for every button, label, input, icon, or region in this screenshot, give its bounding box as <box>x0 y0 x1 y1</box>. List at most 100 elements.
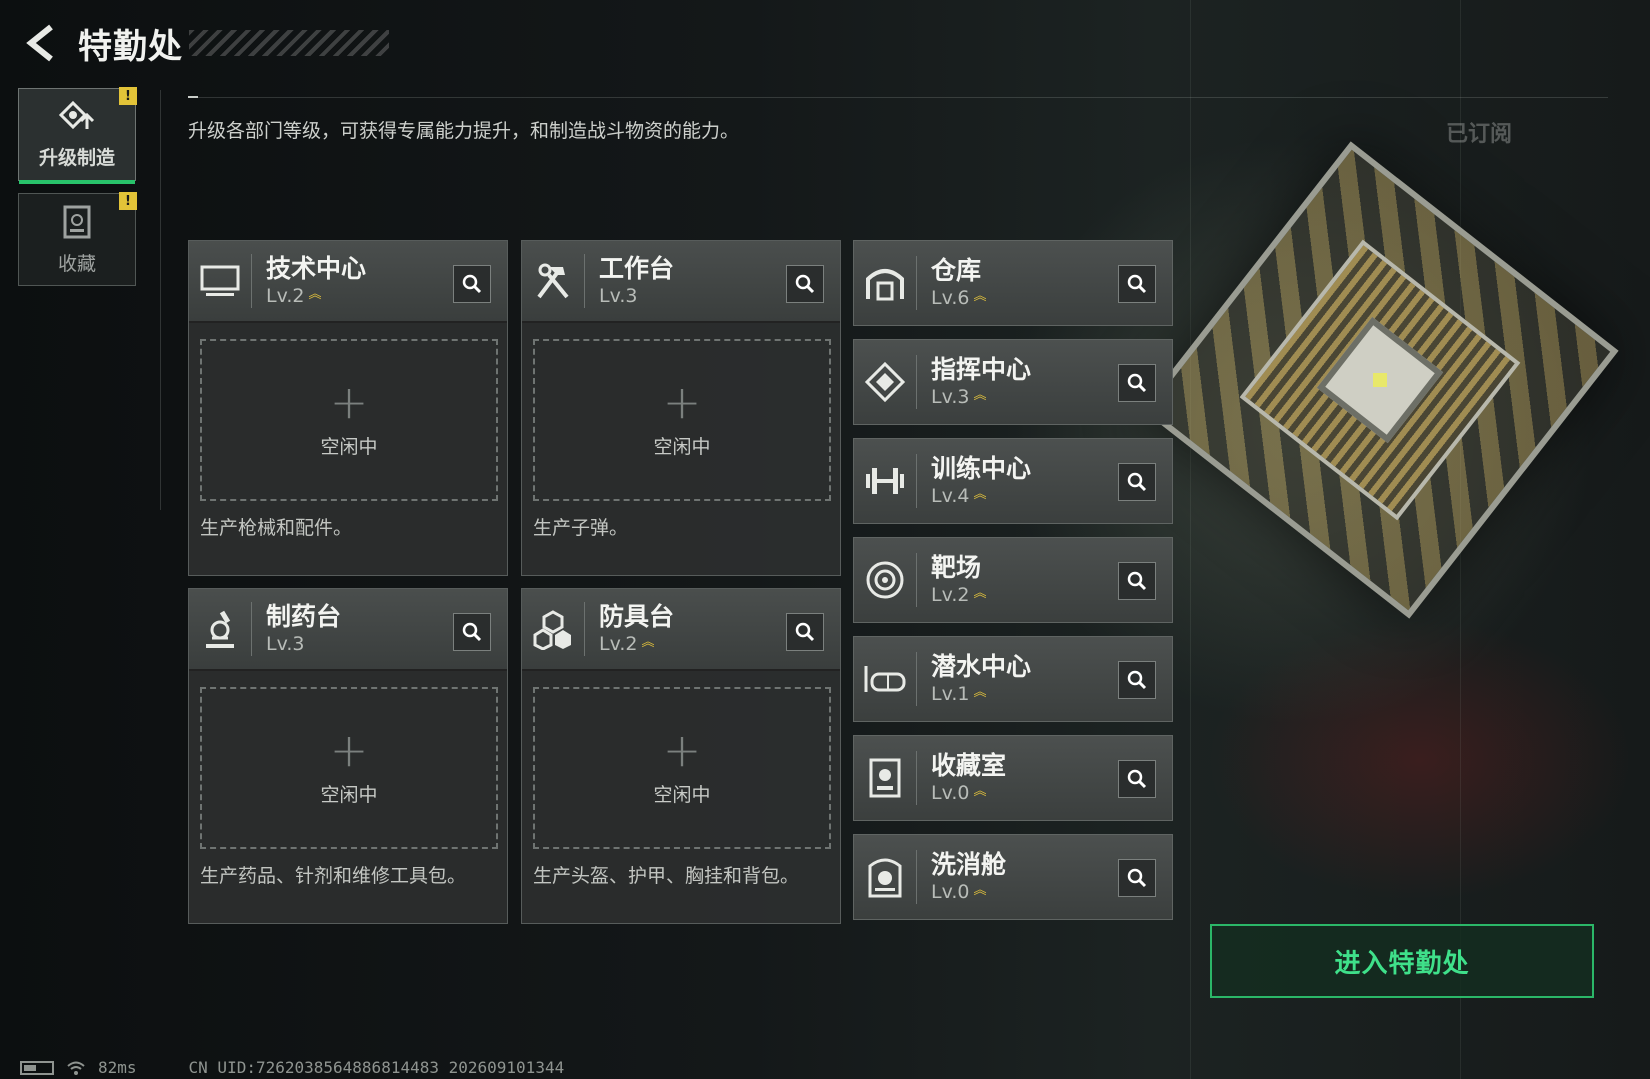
slot-status: 空闲中 <box>653 783 711 806</box>
card-pharmacy: 制药台 Lv.3 + 空闲中 生产药品、针剂和维修工具包。 <box>188 588 508 924</box>
divider <box>916 850 917 904</box>
enter-special-ops-button[interactable]: 进入特勤处 <box>1210 924 1594 998</box>
search-button[interactable] <box>1118 463 1156 501</box>
divider <box>916 652 917 706</box>
upgrade-arrow-icon: ︽ <box>973 883 987 898</box>
search-button[interactable] <box>1118 265 1156 303</box>
divider <box>160 90 161 510</box>
search-button[interactable] <box>786 265 824 303</box>
facility-cube-art <box>1141 141 1619 650</box>
hammer-wrench-icon <box>522 240 584 322</box>
upgrade-arrow-icon: ︽ <box>973 586 987 601</box>
production-slot[interactable]: + 空闲中 <box>533 687 831 849</box>
chevron-left-icon <box>26 24 53 62</box>
production-slot[interactable]: + 空闲中 <box>200 339 498 501</box>
card-description: 生产头盔、护甲、胸挂和背包。 <box>533 865 800 887</box>
search-button[interactable] <box>786 613 824 651</box>
search-button[interactable] <box>1118 562 1156 600</box>
upgrade-arrow-icon: ︽ <box>308 287 322 302</box>
page-title: 特勤处 <box>78 26 183 67</box>
collection-case-icon <box>63 205 91 239</box>
magnifier-icon <box>1127 472 1147 492</box>
add-icon: + <box>329 722 369 777</box>
divider <box>584 602 585 656</box>
facility-level: Lv.6 <box>931 287 970 309</box>
divider <box>251 254 252 308</box>
tab-label: 收藏 <box>57 253 96 275</box>
page-description: 升级各部门等级，可获得专属能力提升，和制造战斗物资的能力。 <box>188 120 740 142</box>
battery-icon <box>20 1060 54 1075</box>
search-button[interactable] <box>1118 364 1156 402</box>
card-header[interactable]: 防具台 Lv.2 ︽ <box>522 589 840 671</box>
card-tech-center: 技术中心 Lv.2 ︽ + 空闲中 生产枪械和配件。 <box>188 240 508 576</box>
upgrade-arrow-icon: ︽ <box>973 685 987 700</box>
card-header[interactable]: 技术中心 Lv.2 ︽ <box>189 241 507 323</box>
slot-status: 空闲中 <box>653 435 711 458</box>
add-icon: + <box>329 374 369 429</box>
facility-collection-room[interactable]: 收藏室 Lv.0 ︽ <box>853 735 1173 821</box>
divider <box>188 97 1608 98</box>
magnifier-icon <box>1127 670 1147 690</box>
magnifier-icon <box>795 274 815 294</box>
divider <box>916 751 917 805</box>
microscope-icon <box>189 588 251 670</box>
facility-level: Lv.1 <box>931 683 970 705</box>
facility-decon-chamber[interactable]: 洗消舱 Lv.0 ︽ <box>853 834 1173 920</box>
search-button[interactable] <box>453 265 491 303</box>
ping-readout: 82ms <box>98 1058 137 1077</box>
upgrade-arrow-icon: ︽ <box>973 388 987 403</box>
magnifier-icon <box>462 622 482 642</box>
facility-shooting-range[interactable]: 靶场 Lv.2 ︽ <box>853 537 1173 623</box>
upgrade-arrow-icon: ︽ <box>973 784 987 799</box>
magnifier-icon <box>1127 571 1147 591</box>
card-description: 生产子弹。 <box>533 517 629 539</box>
tab-upgrade-manufacture[interactable]: 升级制造 ! <box>18 87 137 184</box>
warehouse-icon <box>854 240 916 326</box>
facility-warehouse[interactable]: 仓库 Lv.6 ︽ <box>853 240 1173 326</box>
upgrade-arrow-icon: ︽ <box>641 635 655 650</box>
card-description: 生产枪械和配件。 <box>200 517 353 539</box>
magnifier-icon <box>1127 868 1147 888</box>
header: 特勤处 <box>20 18 389 68</box>
upgrade-gear-icon <box>58 100 95 130</box>
subscribed-label: 已订阅 <box>1446 122 1513 147</box>
wifi-icon <box>67 1061 85 1075</box>
biohazard-chamber-icon <box>854 834 916 920</box>
search-button[interactable] <box>453 613 491 651</box>
divider <box>584 254 585 308</box>
facility-command-center[interactable]: 指挥中心 Lv.3 ︽ <box>853 339 1173 425</box>
divider <box>916 256 917 310</box>
facility-level: Lv.2 <box>599 633 638 655</box>
divider <box>916 553 917 607</box>
facility-level: Lv.4 <box>931 485 970 507</box>
upgrade-arrow-icon: ︽ <box>973 487 987 502</box>
divider <box>916 355 917 409</box>
facility-training-center[interactable]: 训练中心 Lv.4 ︽ <box>853 438 1173 524</box>
dumbbell-icon <box>854 438 916 524</box>
tab-collection[interactable]: 收藏 ! <box>18 192 137 286</box>
card-header[interactable]: 制药台 Lv.3 <box>189 589 507 671</box>
add-icon: + <box>662 374 702 429</box>
command-diamond-icon <box>854 339 916 425</box>
status-bar: 82ms CN UID:7262038564886814483 20260910… <box>20 1058 564 1077</box>
facility-level: Lv.2 <box>266 285 305 307</box>
alert-badge: ! <box>119 87 137 105</box>
search-button[interactable] <box>1118 760 1156 798</box>
target-icon <box>854 537 916 623</box>
back-button[interactable] <box>20 21 60 65</box>
search-button[interactable] <box>1118 859 1156 897</box>
facility-level: Lv.3 <box>599 285 638 307</box>
alert-badge: ! <box>119 192 137 210</box>
facility-level: Lv.3 <box>931 386 970 408</box>
facility-diving-center[interactable]: 潜水中心 Lv.1 ︽ <box>853 636 1173 722</box>
magnifier-icon <box>1127 274 1147 294</box>
magnifier-icon <box>1127 373 1147 393</box>
magnifier-icon <box>462 274 482 294</box>
card-header[interactable]: 工作台 Lv.3 <box>522 241 840 323</box>
production-slot[interactable]: + 空闲中 <box>533 339 831 501</box>
search-button[interactable] <box>1118 661 1156 699</box>
slot-status: 空闲中 <box>320 783 378 806</box>
production-slot[interactable]: + 空闲中 <box>200 687 498 849</box>
armor-cubes-icon <box>522 588 584 670</box>
magnifier-icon <box>795 622 815 642</box>
